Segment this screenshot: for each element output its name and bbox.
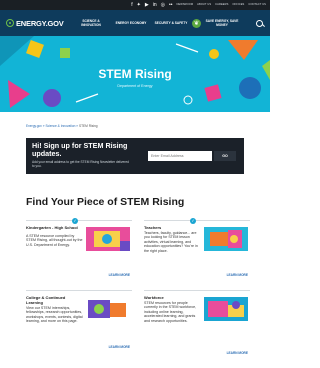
hero-banner: STEM Rising Department of Energy — [0, 36, 270, 112]
card-description: STEM resources for people currently in t… — [144, 301, 197, 323]
card-image — [204, 227, 248, 251]
learn-more-link[interactable]: LEARN MORE — [227, 351, 248, 355]
email-field[interactable] — [148, 151, 212, 161]
learn-more-link[interactable]: LEARN MORE — [109, 273, 130, 277]
marker-icon: ✓ — [72, 218, 78, 224]
card-description: View our STEM internships, fellowships, … — [26, 306, 83, 324]
breadcrumb-parent[interactable]: Science & Innovation — [45, 124, 75, 128]
card-workforce: Workforce STEM resources for people curr… — [144, 290, 250, 368]
card-title[interactable]: Kindergarten - High School — [26, 225, 82, 231]
youtube-icon[interactable]: ▶ — [145, 0, 149, 10]
logo-text: ENERGY.GOV — [16, 18, 64, 28]
site-logo[interactable]: ENERGY.GOV — [6, 19, 66, 28]
utility-link-contact[interactable]: CONTACT US — [248, 0, 266, 10]
card-title[interactable]: Workforce — [144, 295, 194, 301]
main-nav: ENERGY.GOV SCIENCE & INNOVATION ENERGY E… — [0, 10, 270, 36]
card-title[interactable]: Teachers — [144, 225, 194, 231]
facebook-icon[interactable]: f — [131, 0, 132, 10]
card-description: Teachers, faculty, guidance... are you l… — [144, 231, 198, 253]
signup-text: Add your email address to get the STEM R… — [32, 160, 129, 168]
linkedin-icon[interactable]: in — [153, 0, 157, 10]
card-teachers: ✓ Teachers Teachers, faculty, guidance..… — [144, 218, 250, 298]
nav-item-science[interactable]: SCIENCE & INNOVATION — [74, 19, 108, 27]
page-subtitle: Department of Energy — [117, 84, 153, 88]
go-button[interactable]: GO — [214, 151, 236, 161]
card-image — [204, 297, 248, 321]
breadcrumb: Energy.gov » Science & Innovation » STEM… — [26, 124, 98, 128]
utility-link-offices[interactable]: OFFICES — [232, 0, 244, 10]
card-k12: ✓ Kindergarten - High School A STEM reso… — [26, 218, 132, 298]
card-image — [86, 227, 130, 251]
search-icon[interactable] — [256, 19, 263, 27]
card-image — [86, 297, 130, 321]
breadcrumb-current: STEM Rising — [78, 124, 98, 128]
marker-icon: ✓ — [190, 218, 196, 224]
twitter-icon[interactable]: ✦ — [137, 0, 141, 10]
breadcrumb-home[interactable]: Energy.gov — [26, 124, 42, 128]
signup-heading: Hi! Sign up for STEM Rising updates. — [32, 141, 128, 158]
card-description: A STEM resource compiled by STEM Rising,… — [26, 234, 83, 247]
nav-item-economy[interactable]: ENERGY ECONOMY — [114, 21, 148, 25]
utility-link-about[interactable]: ABOUT US — [197, 0, 211, 10]
doe-seal-icon — [6, 19, 14, 27]
utility-link-newsroom[interactable]: NEWSROOM — [177, 0, 194, 10]
leaf-icon: ❦ — [192, 18, 201, 28]
page-title: STEM Rising — [98, 67, 172, 81]
learn-more-link[interactable]: LEARN MORE — [227, 273, 248, 277]
nav-item-save-energy[interactable]: SAVE ENERGY, SAVE MONEY — [204, 19, 240, 27]
flickr-icon[interactable]: •• — [169, 0, 173, 10]
newsletter-signup: Hi! Sign up for STEM Rising updates. Add… — [26, 138, 244, 174]
utility-link-careers[interactable]: CAREERS — [215, 0, 228, 10]
learn-more-link[interactable]: LEARN MORE — [109, 345, 130, 349]
utility-bar: f ✦ ▶ in ◎ •• NEWSROOM ABOUT US CAREERS … — [0, 0, 270, 10]
instagram-icon[interactable]: ◎ — [161, 0, 165, 10]
card-title[interactable]: College & Continued Learning — [26, 295, 82, 305]
card-college: College & Continued Learning View our ST… — [26, 290, 132, 368]
section-title: Find Your Piece of STEM Rising — [26, 196, 185, 208]
nav-item-security[interactable]: SECURITY & SAFETY — [154, 21, 188, 25]
